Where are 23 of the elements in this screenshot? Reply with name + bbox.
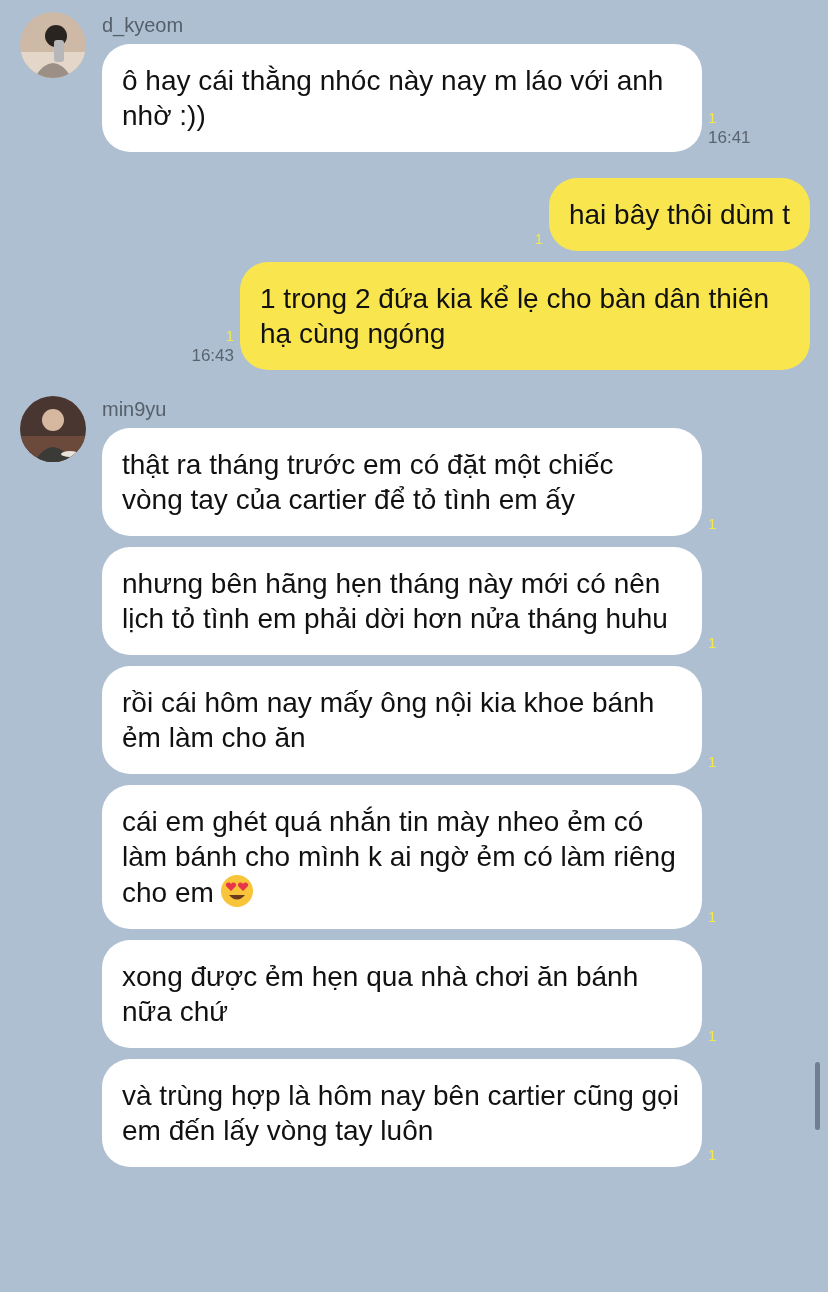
read-count: 1 [708,908,717,925]
message-time: 16:43 [191,346,234,366]
message-time: 16:41 [708,128,751,148]
message-bubble: rồi cái hôm nay mấy ông nội kia khoe bánh ẻm làm cho ăn [102,666,702,774]
read-count: 1 [708,753,717,770]
message-bubble: xong được ẻm hẹn qua nhà chơi ăn bánh nữa chứ [102,940,702,1048]
message-bubble: cái em ghét quá nhắn tin mày nheo ẻm có làm bánh cho mình k ai ngờ ẻm có làm riêng cho em [102,785,702,929]
read-count: 1 [534,230,543,247]
read-count: 1 [708,1146,717,1163]
message-bubble: nhưng bên hãng hẹn tháng này mới có nên lịch tỏ tình em phải dời hơn nửa tháng huhu [102,547,702,655]
read-count: 1 [708,109,717,126]
sender-name: min9yu [102,398,168,421]
message-bubble: hai bây thôi dùm t [548,178,810,251]
read-count: 1 [708,515,717,532]
read-count: 1 [708,634,717,651]
read-count: 1 [225,327,234,344]
message-bubble: 1 trong 2 đứa kia kể lẹ cho bàn dân thiên hạ cùng ngóng [240,262,810,370]
message-bubble: và trùng hợp là hôm nay bên cartier cũng gọi em đến lấy vòng tay luôn [102,1059,702,1167]
message-bubble: thật ra tháng trước em có đặt một chiếc vòng tay của cartier để tỏ tình em ấy [102,428,702,536]
sender-name: d_kyeom [102,14,185,37]
scrollbar[interactable] [815,1062,820,1130]
message-bubble: ô hay cái thằng nhóc này nay m láo với anh nhờ :)) [102,44,702,152]
read-count: 1 [708,1027,717,1044]
